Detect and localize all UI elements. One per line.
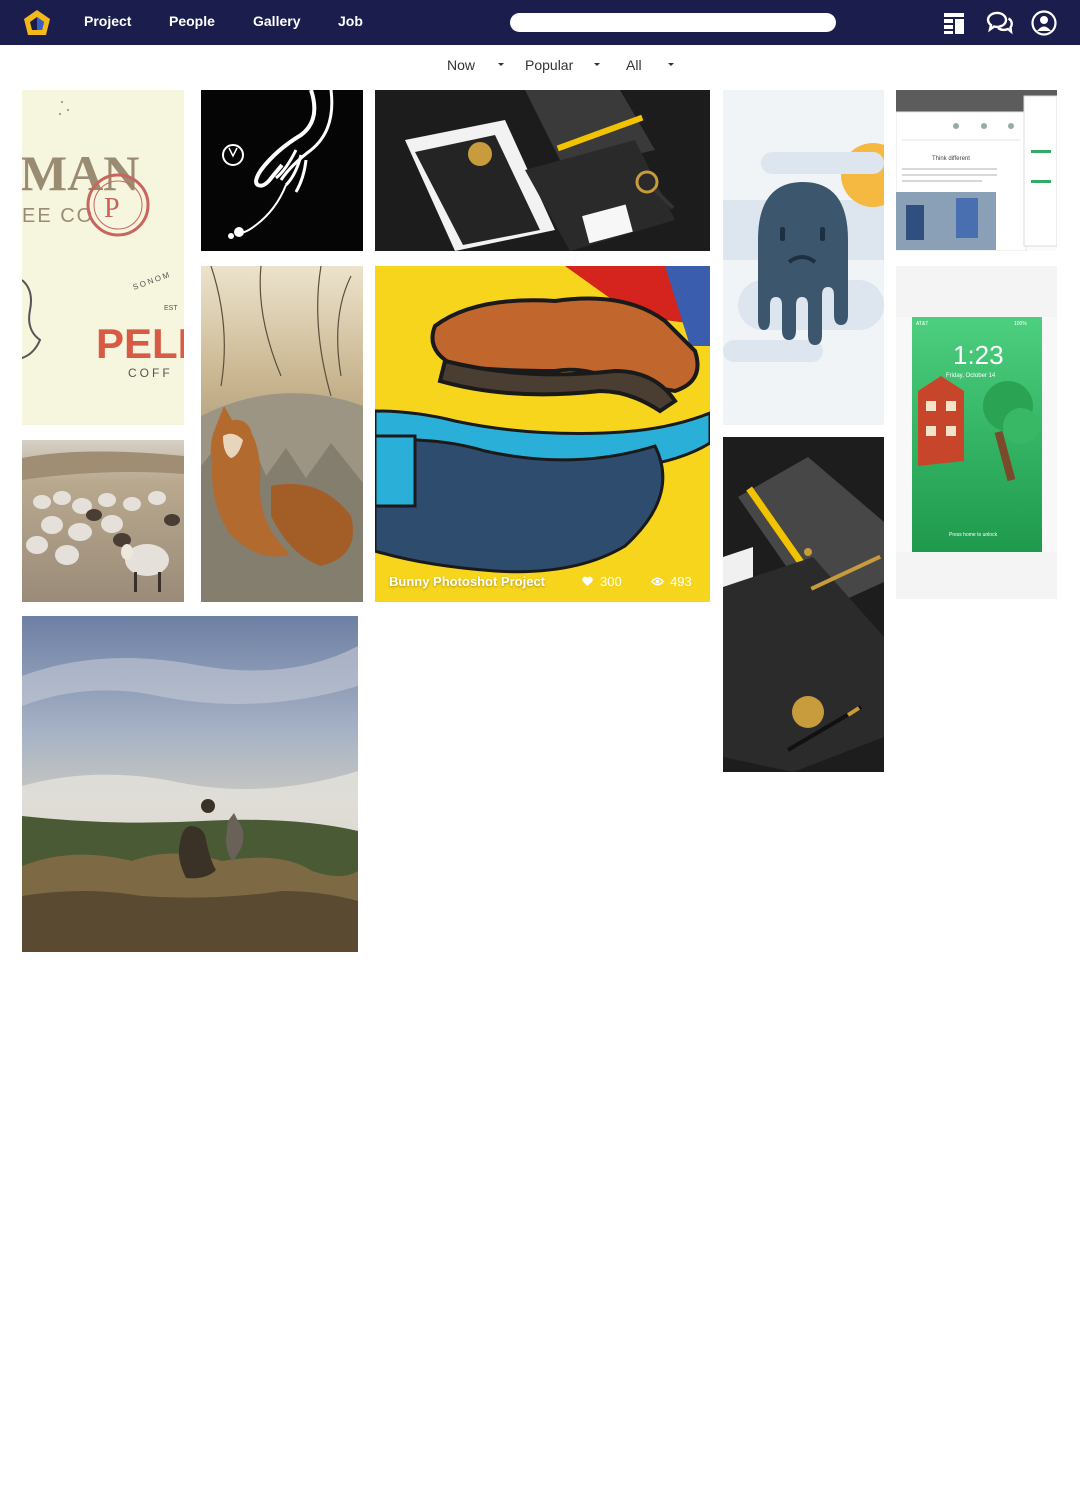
logo-icon[interactable] — [22, 8, 52, 38]
filter-category[interactable]: All — [626, 57, 642, 73]
svg-text:Think different: Think different — [932, 156, 970, 162]
featured-project-title[interactable]: Bunny Photoshot Project — [389, 574, 545, 589]
website-screenshot-tile[interactable]: Think different — [896, 90, 1057, 251]
mountain-photo-tile[interactable] — [22, 616, 358, 952]
coffee-brand-tile[interactable]: MAN EE CO P SONOM EST PELI COFF — [22, 90, 184, 425]
sheep-herd-tile[interactable] — [22, 440, 184, 602]
user-avatar-icon[interactable] — [1030, 9, 1058, 37]
nav-link-project[interactable]: Project — [84, 13, 131, 29]
svg-text:100%: 100% — [1014, 321, 1027, 327]
filter-sort[interactable]: Popular — [525, 57, 573, 73]
svg-text:MAN: MAN — [22, 145, 139, 201]
svg-text:PELI: PELI — [96, 320, 184, 367]
top-navbar: Project People Gallery Job — [0, 0, 1080, 45]
filter-time[interactable]: Now — [447, 57, 475, 73]
nav-link-job[interactable]: Job — [338, 13, 363, 29]
eye-icon — [651, 577, 664, 586]
likes-stat[interactable]: 300 — [581, 574, 622, 589]
phone-lockscreen-tile[interactable]: AT&T 100% 1:23 Friday, October 14 Press … — [896, 266, 1057, 599]
views-stat[interactable]: 493 — [651, 574, 692, 589]
svg-text:EST: EST — [164, 305, 178, 312]
notebook-mockup-tile[interactable] — [723, 437, 884, 772]
svg-text:P: P — [104, 193, 120, 224]
svg-text:COFF: COFF — [128, 366, 173, 380]
chat-icon[interactable] — [985, 9, 1013, 37]
heart-icon — [582, 576, 593, 587]
svg-text:Friday, October 14: Friday, October 14 — [946, 373, 996, 379]
views-count: 493 — [670, 574, 692, 589]
search-input[interactable] — [510, 13, 836, 32]
ghost-illustration-tile[interactable] — [723, 90, 884, 425]
filter-sort-caret-icon[interactable] — [594, 63, 600, 66]
shoe-illustration-tile[interactable]: Bunny Photoshot Project 300 493 — [375, 266, 710, 602]
likes-count: 300 — [600, 574, 622, 589]
nav-link-people[interactable]: People — [169, 13, 215, 29]
filter-time-caret-icon[interactable] — [498, 63, 504, 66]
hand-illustration-tile[interactable] — [201, 90, 363, 251]
svg-text:Press home to unlock: Press home to unlock — [949, 532, 998, 538]
stationery-mockup-tile[interactable] — [375, 90, 710, 251]
fox-photo-tile[interactable] — [201, 266, 363, 602]
svg-text:EE CO: EE CO — [22, 205, 94, 227]
svg-text:1:23: 1:23 — [953, 340, 1004, 370]
filter-category-caret-icon[interactable] — [668, 63, 674, 66]
nav-link-gallery[interactable]: Gallery — [253, 13, 300, 29]
layout-icon[interactable] — [940, 9, 968, 37]
svg-text:AT&T: AT&T — [916, 321, 928, 327]
